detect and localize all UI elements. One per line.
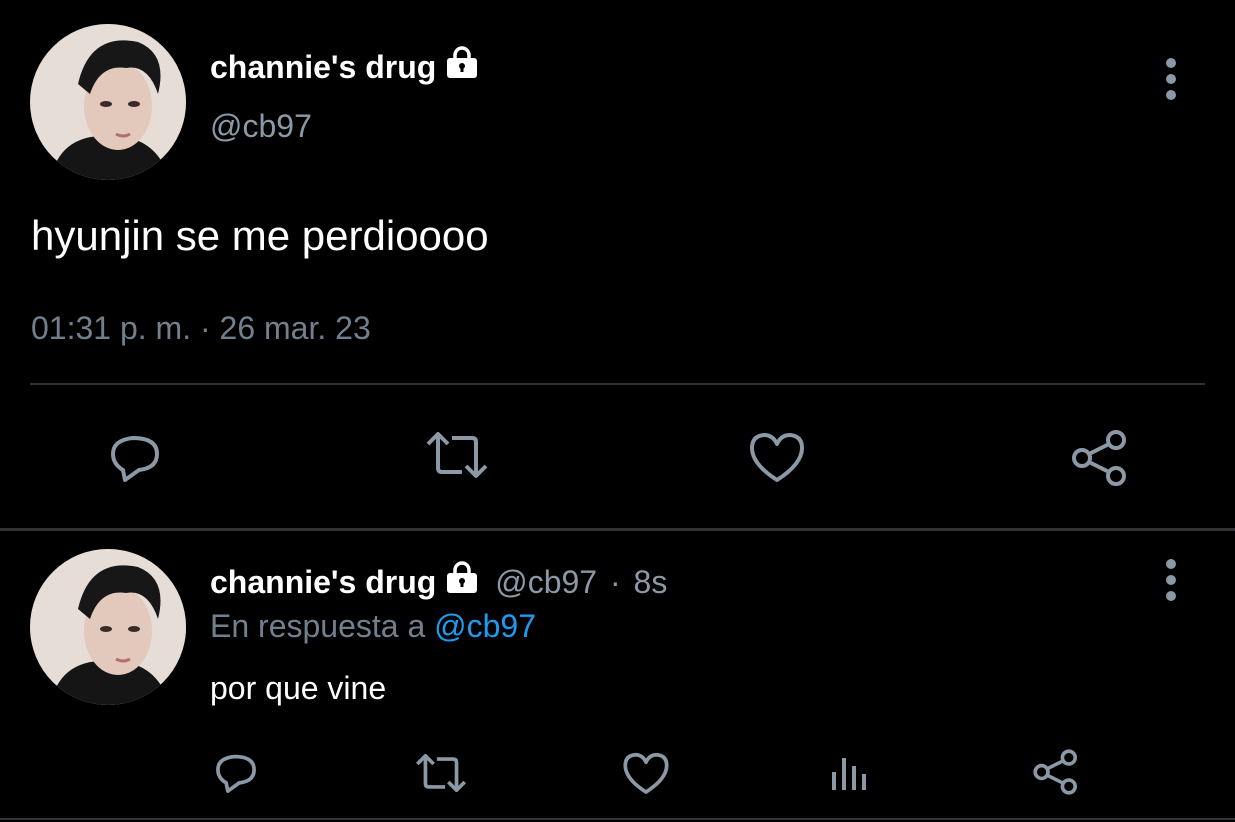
analytics-icon[interactable] — [830, 752, 870, 792]
like-icon[interactable] — [622, 750, 670, 796]
reply-tweet-avatar[interactable] — [30, 549, 186, 705]
reply-tweet-header: channie's drug @cb97 · 8s — [210, 559, 667, 601]
main-tweet-display-name[interactable]: channie's drug — [210, 44, 480, 86]
main-tweet-avatar[interactable] — [30, 24, 186, 180]
reply-to-mention[interactable]: @cb97 — [434, 608, 536, 644]
divider — [30, 383, 1205, 385]
share-icon[interactable] — [1032, 748, 1080, 796]
avatar-photo — [30, 549, 186, 705]
more-options-icon[interactable] — [1166, 58, 1178, 106]
tweet-thread-screen: channie's drug @cb97 hyunjin se me perdi… — [0, 0, 1235, 822]
reply-icon[interactable] — [213, 750, 259, 796]
main-tweet-text: hyunjin se me perdioooo — [31, 212, 489, 259]
display-name-text: channie's drug — [210, 49, 437, 85]
lock-icon — [447, 561, 478, 593]
main-tweet-timestamp[interactable]: 01:31 p. m. · 26 mar. 23 — [31, 310, 371, 347]
reply-to-prefix: En respuesta a — [210, 608, 426, 644]
time-separator: · — [609, 564, 621, 600]
reply-to-line: En respuesta a @cb97 — [210, 608, 536, 645]
retweet-icon[interactable] — [424, 430, 490, 480]
reply-display-name[interactable]: channie's drug — [210, 564, 436, 600]
retweet-icon[interactable] — [414, 752, 468, 794]
like-icon[interactable] — [748, 430, 806, 484]
section-divider — [0, 528, 1235, 531]
lock-icon — [447, 46, 478, 78]
bottom-divider — [0, 818, 1235, 820]
main-tweet-handle[interactable]: @cb97 — [210, 108, 312, 145]
reply-handle[interactable]: @cb97 — [495, 564, 597, 600]
reply-icon[interactable] — [107, 430, 163, 486]
avatar-photo — [30, 24, 186, 180]
more-options-icon[interactable] — [1166, 559, 1178, 607]
share-icon[interactable] — [1070, 428, 1130, 488]
reply-time-ago[interactable]: 8s — [634, 564, 668, 600]
reply-tweet-text: por que vine — [210, 670, 387, 706]
